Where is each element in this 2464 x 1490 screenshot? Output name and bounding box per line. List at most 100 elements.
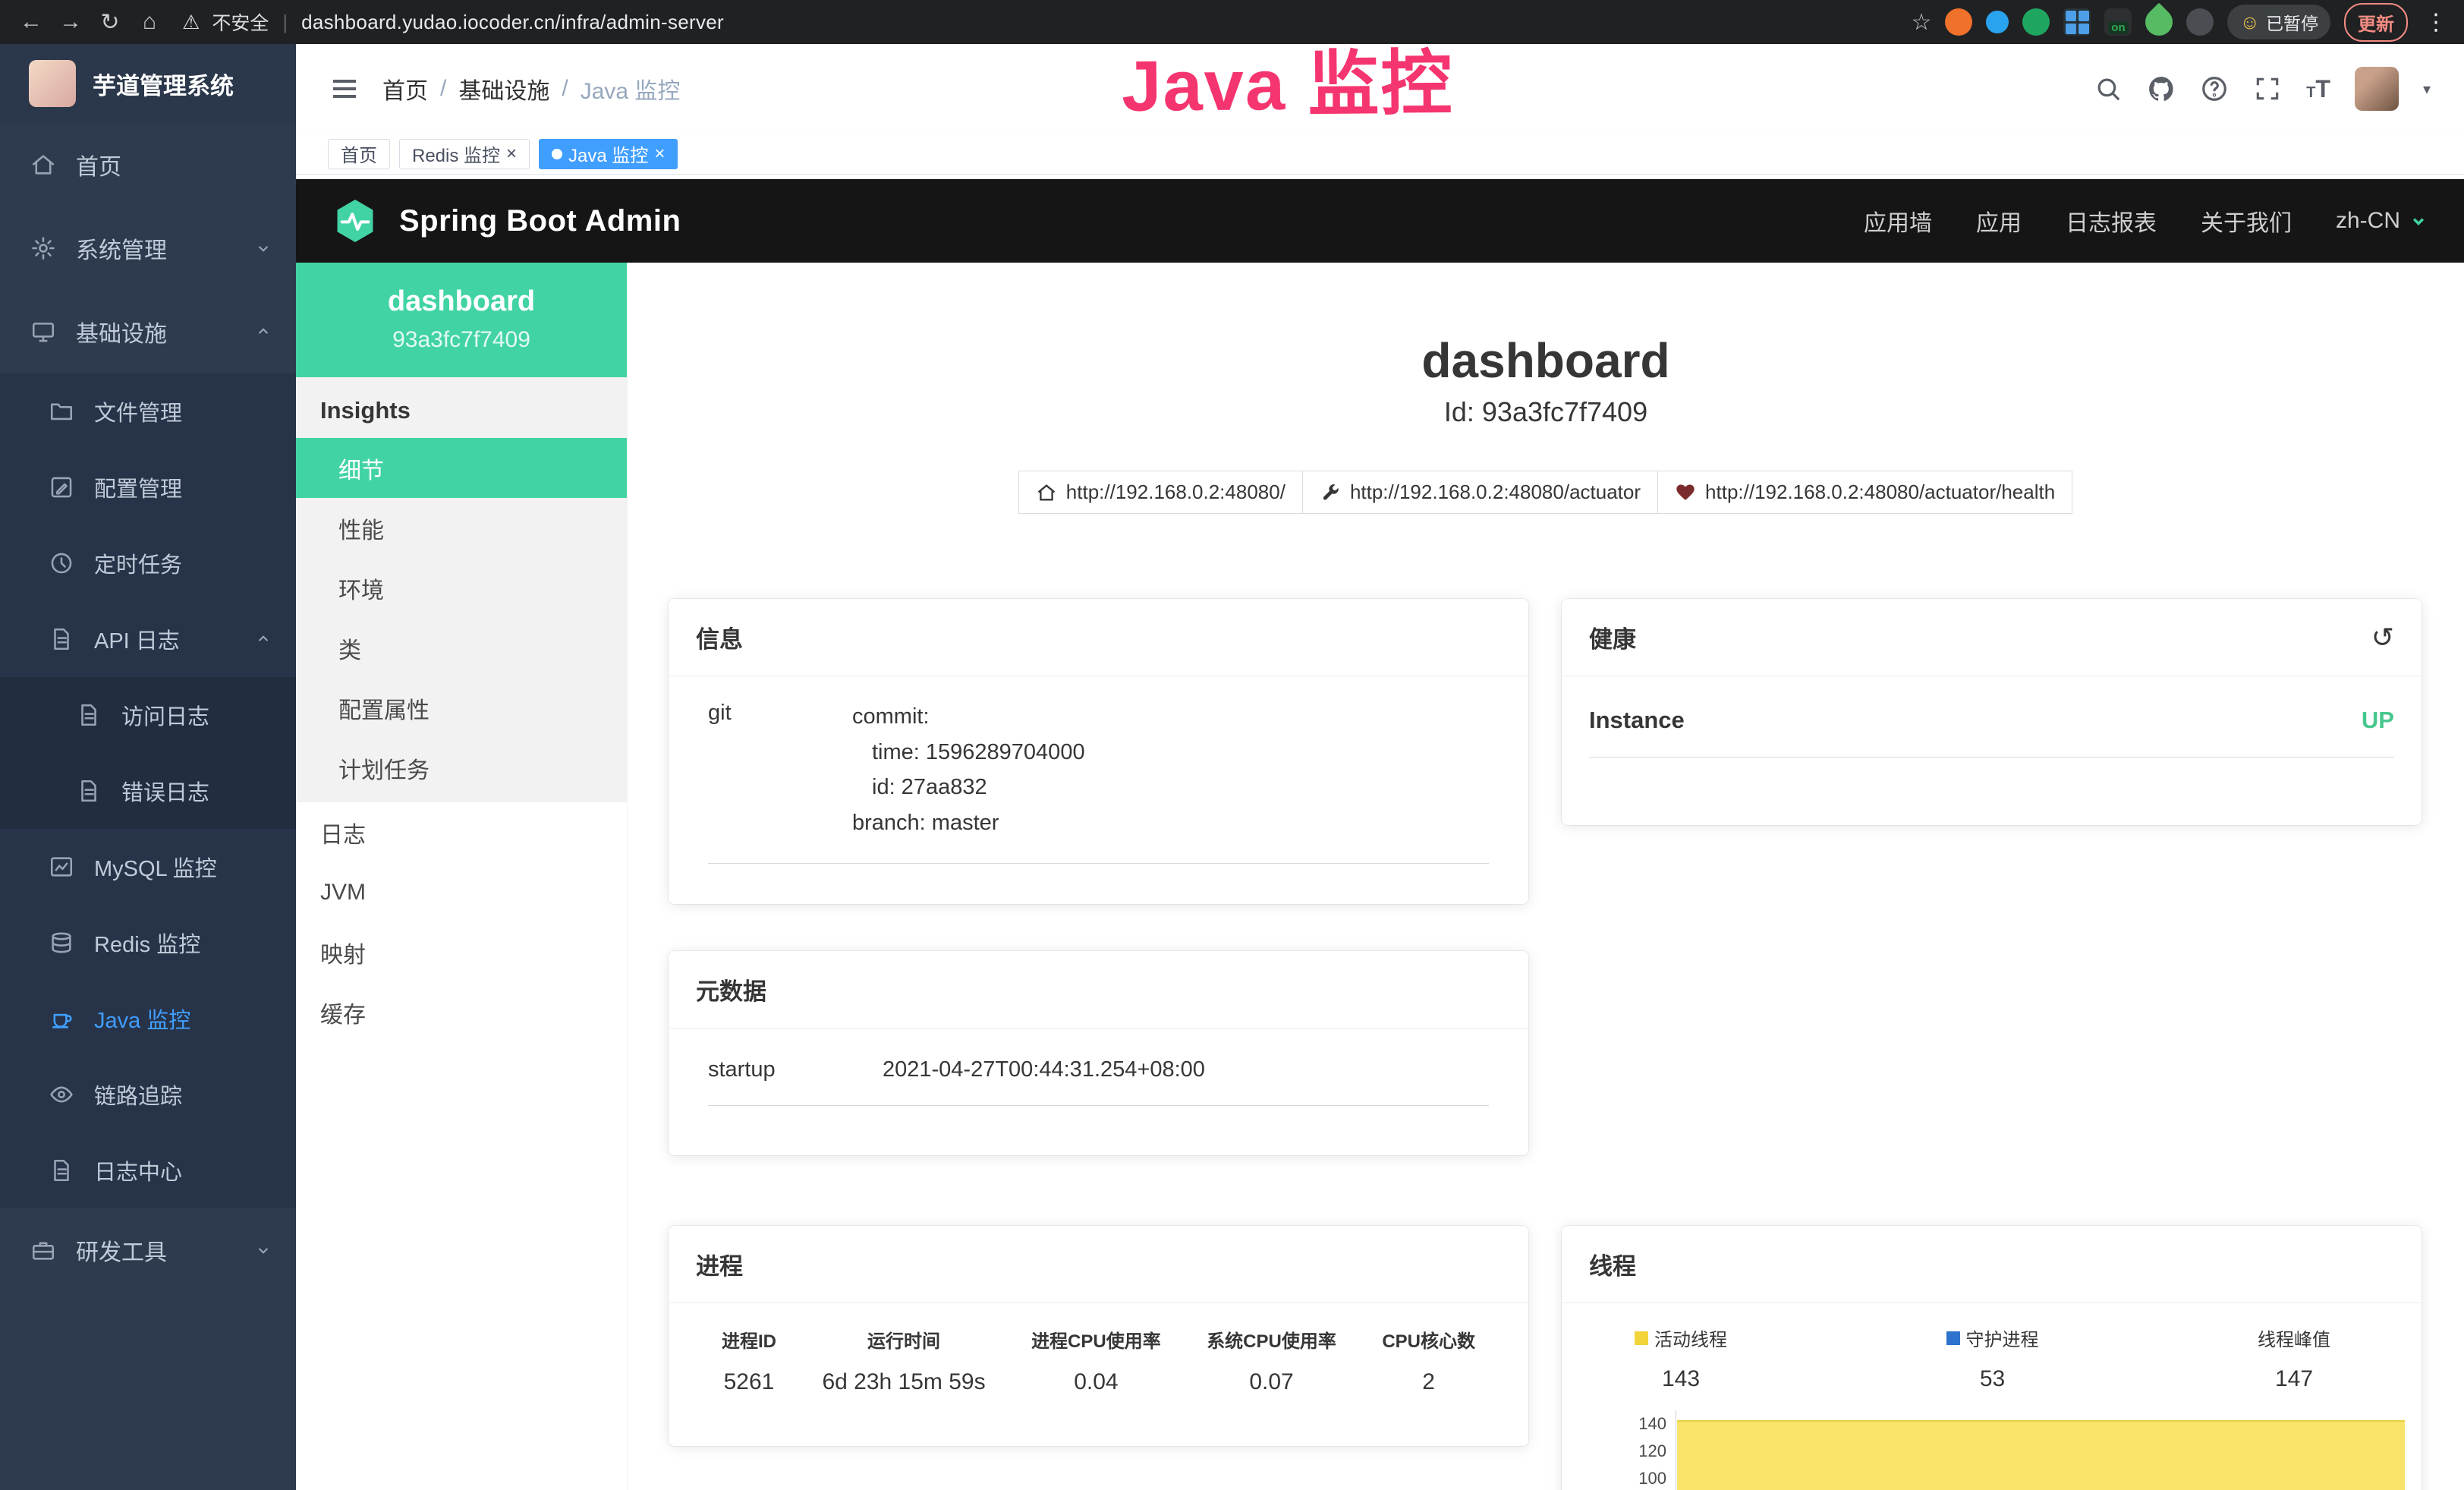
gear-icon: [30, 235, 56, 261]
back-icon[interactable]: ←: [14, 5, 49, 39]
app-logo[interactable]: 芋道管理系统: [0, 44, 296, 123]
sidebar-item-redis[interactable]: Redis 监控: [0, 905, 296, 981]
sidebar-item-infra[interactable]: 基础设施: [0, 290, 296, 373]
bookmark-star-icon[interactable]: ☆: [1912, 9, 1932, 36]
tab-label: Java 监控: [568, 140, 648, 167]
paused-label: 已暂停: [2266, 9, 2318, 35]
extension-icon-leaf[interactable]: [2140, 3, 2179, 42]
legend-daemon-threads: 守护进程 53: [1946, 1325, 2039, 1392]
card-title: 进程: [669, 1226, 1528, 1303]
tab-home[interactable]: 首页: [328, 139, 390, 169]
sidebar-item-devtools[interactable]: 研发工具: [0, 1208, 296, 1292]
url-text[interactable]: dashboard.yudao.iocoder.cn/infra/admin-s…: [301, 11, 724, 34]
forward-icon[interactable]: →: [53, 5, 88, 39]
y-tick: 120: [1638, 1438, 1666, 1465]
sba-item-jvm[interactable]: JVM: [296, 862, 627, 922]
sidebar-item-label: 配置管理: [94, 471, 182, 503]
extension-icon-grid[interactable]: [2063, 8, 2091, 36]
sidebar-item-file-mgmt[interactable]: 文件管理: [0, 373, 296, 449]
user-avatar[interactable]: [2355, 67, 2399, 111]
sidebar-item-label: 访问日志: [121, 699, 209, 731]
sba-instance-header[interactable]: dashboard 93a3fc7f7409: [296, 263, 627, 377]
sba-nav-applications[interactable]: 应用: [1976, 204, 2022, 238]
health-card: 健康 ↺ Instance UP: [1562, 599, 2422, 825]
address-divider: |: [282, 11, 288, 34]
sba-item-config-props[interactable]: 配置属性: [296, 678, 627, 738]
extension-icon-dark[interactable]: [2186, 8, 2214, 36]
close-icon[interactable]: ×: [654, 145, 665, 163]
breadcrumb-current: Java 监控: [581, 72, 681, 106]
hamburger-icon[interactable]: [329, 74, 360, 104]
topbar-actions: TT ▾: [2094, 67, 2431, 111]
column-header: 系统CPU使用率: [1207, 1326, 1336, 1353]
health-url-link[interactable]: http://192.168.0.2:48080/actuator/health: [1657, 471, 2072, 514]
sidebar-item-access-log[interactable]: 访问日志: [0, 677, 296, 753]
close-icon[interactable]: ×: [506, 145, 517, 163]
legend-label: 线程峰值: [2258, 1325, 2330, 1351]
sba-item-environment[interactable]: 环境: [296, 558, 627, 618]
browser-actions: ☆ on ☺ 已暂停 更新 ⋮: [1912, 3, 2450, 42]
sba-item-details[interactable]: 细节: [296, 438, 627, 498]
sidebar-item-system[interactable]: 系统管理: [0, 206, 296, 290]
sidebar-item-mysql[interactable]: MySQL 监控: [0, 829, 296, 905]
paused-badge[interactable]: ☺ 已暂停: [2227, 5, 2330, 39]
sba-nav-wallboard[interactable]: 应用墙: [1864, 204, 1932, 238]
sidebar-item-log-center[interactable]: 日志中心: [0, 1132, 296, 1208]
legend-label: 活动线程: [1654, 1325, 1727, 1351]
column-header: 进程CPU使用率: [1031, 1326, 1161, 1353]
reload-icon[interactable]: ↻: [93, 5, 127, 39]
sba-item-caches[interactable]: 缓存: [296, 982, 627, 1042]
chevron-down-icon: [253, 1240, 273, 1260]
tab-java[interactable]: Java 监控 ×: [539, 139, 678, 169]
home-icon[interactable]: ⌂: [132, 5, 167, 39]
sidebar-item-trace[interactable]: 链路追踪: [0, 1057, 296, 1132]
sba-nav-journal[interactable]: 日志报表: [2066, 204, 2157, 238]
address-bar[interactable]: ⚠ 不安全 | dashboard.yudao.iocoder.cn/infra…: [182, 8, 724, 36]
update-button[interactable]: 更新: [2344, 3, 2408, 42]
extension-icon-orange[interactable]: [1945, 8, 1972, 36]
threads-chart: 140 120 100: [1562, 1410, 2422, 1490]
sidebar-item-home[interactable]: 首页: [0, 123, 296, 206]
actuator-url-link[interactable]: http://192.168.0.2:48080/actuator: [1302, 471, 1658, 514]
extension-icon-switch[interactable]: on: [2104, 8, 2132, 36]
font-size-icon[interactable]: TT: [2306, 75, 2330, 103]
fullscreen-icon[interactable]: [2253, 74, 2282, 103]
sidebar-item-label: 文件管理: [94, 395, 182, 427]
cpu-cores: CPU核心数 2: [1382, 1326, 1475, 1395]
link-label: http://192.168.0.2:48080/actuator/health: [1705, 480, 2055, 504]
breadcrumb-home[interactable]: 首页: [382, 72, 428, 106]
card-title: 信息: [669, 599, 1528, 676]
breadcrumb-infra[interactable]: 基础设施: [458, 72, 549, 106]
github-icon[interactable]: [2147, 74, 2176, 103]
help-icon[interactable]: [2200, 74, 2229, 103]
extension-icon-green[interactable]: [2022, 8, 2050, 36]
sba-item-logs[interactable]: 日志: [296, 802, 627, 862]
chevron-up-icon: [253, 629, 273, 649]
sba-item-classes[interactable]: 类: [296, 618, 627, 678]
browser-menu-icon[interactable]: ⋮: [2422, 9, 2450, 36]
sba-item-mappings[interactable]: 映射: [296, 922, 627, 982]
sba-brand[interactable]: Spring Boot Admin: [399, 204, 681, 238]
sidebar-item-java[interactable]: Java 监控: [0, 981, 296, 1057]
sidebar-item-cron[interactable]: 定时任务: [0, 525, 296, 601]
sidebar-item-label: 系统管理: [76, 232, 167, 265]
sidebar-item-error-log[interactable]: 错误日志: [0, 753, 296, 829]
history-icon[interactable]: ↺: [2371, 622, 2394, 654]
service-url-link[interactable]: http://192.168.0.2:48080/: [1018, 471, 1303, 514]
sba-item-scheduled-tasks[interactable]: 计划任务: [296, 738, 627, 798]
tab-redis[interactable]: Redis 监控 ×: [399, 139, 530, 169]
info-card: 信息 git commit: time: 1596289704000 id: 2…: [669, 599, 1528, 904]
sba-item-performance[interactable]: 性能: [296, 498, 627, 558]
search-icon[interactable]: [2094, 74, 2123, 103]
sba-locale-select[interactable]: zh-CN: [2336, 208, 2429, 234]
caret-down-icon[interactable]: ▾: [2423, 80, 2431, 99]
sidebar-item-label: 首页: [76, 148, 121, 181]
chart-icon: [49, 854, 74, 880]
column-value: 2: [1382, 1369, 1475, 1395]
status-badge: UP: [2362, 707, 2394, 734]
sidebar-item-config-mgmt[interactable]: 配置管理: [0, 449, 296, 525]
sidebar-item-api-log[interactable]: API 日志: [0, 601, 296, 677]
instance-links: http://192.168.0.2:48080/ http://192.168…: [628, 471, 2464, 514]
extension-icon-blue[interactable]: [1986, 11, 2009, 33]
sba-nav-about[interactable]: 关于我们: [2201, 204, 2292, 238]
